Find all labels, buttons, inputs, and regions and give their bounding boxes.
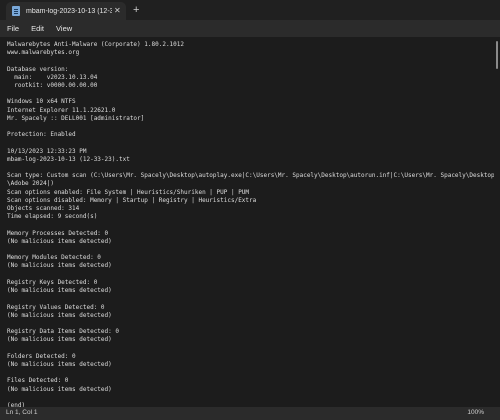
document-line: Registry Values Detected: 0 [7, 303, 105, 311]
vertical-scrollbar[interactable] [494, 37, 500, 407]
cursor-position: Ln 1, Col 1 [6, 409, 38, 416]
document-line: Protection: Enabled [7, 131, 76, 139]
document-line: (No malicious items detected) [7, 262, 112, 270]
document-line: www.malwarebytes.org [7, 49, 80, 57]
notepad-file-icon [12, 6, 20, 16]
status-bar: Ln 1, Col 1 100% [0, 407, 500, 420]
menu-file[interactable]: File [7, 24, 19, 33]
menu-bar: File Edit View [0, 20, 500, 37]
menu-edit[interactable]: Edit [31, 24, 44, 33]
document-line: Time elapsed: 9 second(s) [7, 213, 98, 221]
document-line: \Adobe 2024|) [7, 180, 54, 188]
document-line: Mr. Spacely :: DELL001 [administrator] [7, 114, 145, 122]
document-line: Scan options disabled: Memory | Startup … [7, 196, 257, 204]
document-line: Memory Processes Detected: 0 [7, 229, 109, 237]
document-line: Registry Keys Detected: 0 [7, 278, 98, 286]
document-line: mbam-log-2023-10-13 (12-33-23).txt [7, 155, 130, 163]
document-text[interactable]: Malwarebytes Anti-Malware (Corporate) 1.… [7, 41, 494, 407]
document-line: Folders Detected: 0 [7, 352, 76, 360]
document-line: rootkit: v0000.00.00.00 [7, 82, 98, 90]
document-line: (No malicious items detected) [7, 385, 112, 393]
new-tab-icon[interactable]: + [133, 3, 139, 17]
document-line: Registry Data Items Detected: 0 [7, 328, 119, 336]
title-bar: mbam-log-2023-10-13 (12-33-2 ✕ + [0, 0, 500, 20]
document-line: 10/13/2023 12:33:23 PM [7, 147, 87, 155]
document-line: (No malicious items detected) [7, 360, 112, 368]
document-line: Windows 10 x64 NTFS [7, 98, 76, 106]
document-tab[interactable]: mbam-log-2023-10-13 (12-33-2 ✕ [6, 2, 126, 20]
document-line: Scan options enabled: File System | Heur… [7, 188, 250, 196]
close-icon[interactable]: ✕ [114, 7, 121, 15]
document-line: Objects scanned: 314 [7, 205, 80, 213]
menu-view[interactable]: View [56, 24, 72, 33]
tab-title: mbam-log-2023-10-13 (12-33-2 [26, 7, 112, 15]
document-line: Memory Modules Detected: 0 [7, 254, 101, 262]
document-line: Malwarebytes Anti-Malware (Corporate) 1.… [7, 41, 185, 48]
document-line: main: v2023.10.13.04 [7, 73, 98, 81]
document-line: Database version: [7, 65, 69, 73]
document-line: Scan type: Custom scan (C:\Users\Mr. Spa… [7, 172, 494, 180]
document-line: (No malicious items detected) [7, 311, 112, 319]
document-line: Internet Explorer 11.1.22621.0 [7, 106, 116, 114]
document-line: (No malicious items detected) [7, 336, 112, 344]
scroll-thumb[interactable] [496, 41, 498, 69]
text-editor[interactable]: Malwarebytes Anti-Malware (Corporate) 1.… [0, 37, 494, 407]
document-line: (No malicious items detected) [7, 287, 112, 295]
document-line: Files Detected: 0 [7, 377, 69, 385]
zoom-level[interactable]: 100% [467, 409, 484, 416]
document-line: (No malicious items detected) [7, 237, 112, 245]
